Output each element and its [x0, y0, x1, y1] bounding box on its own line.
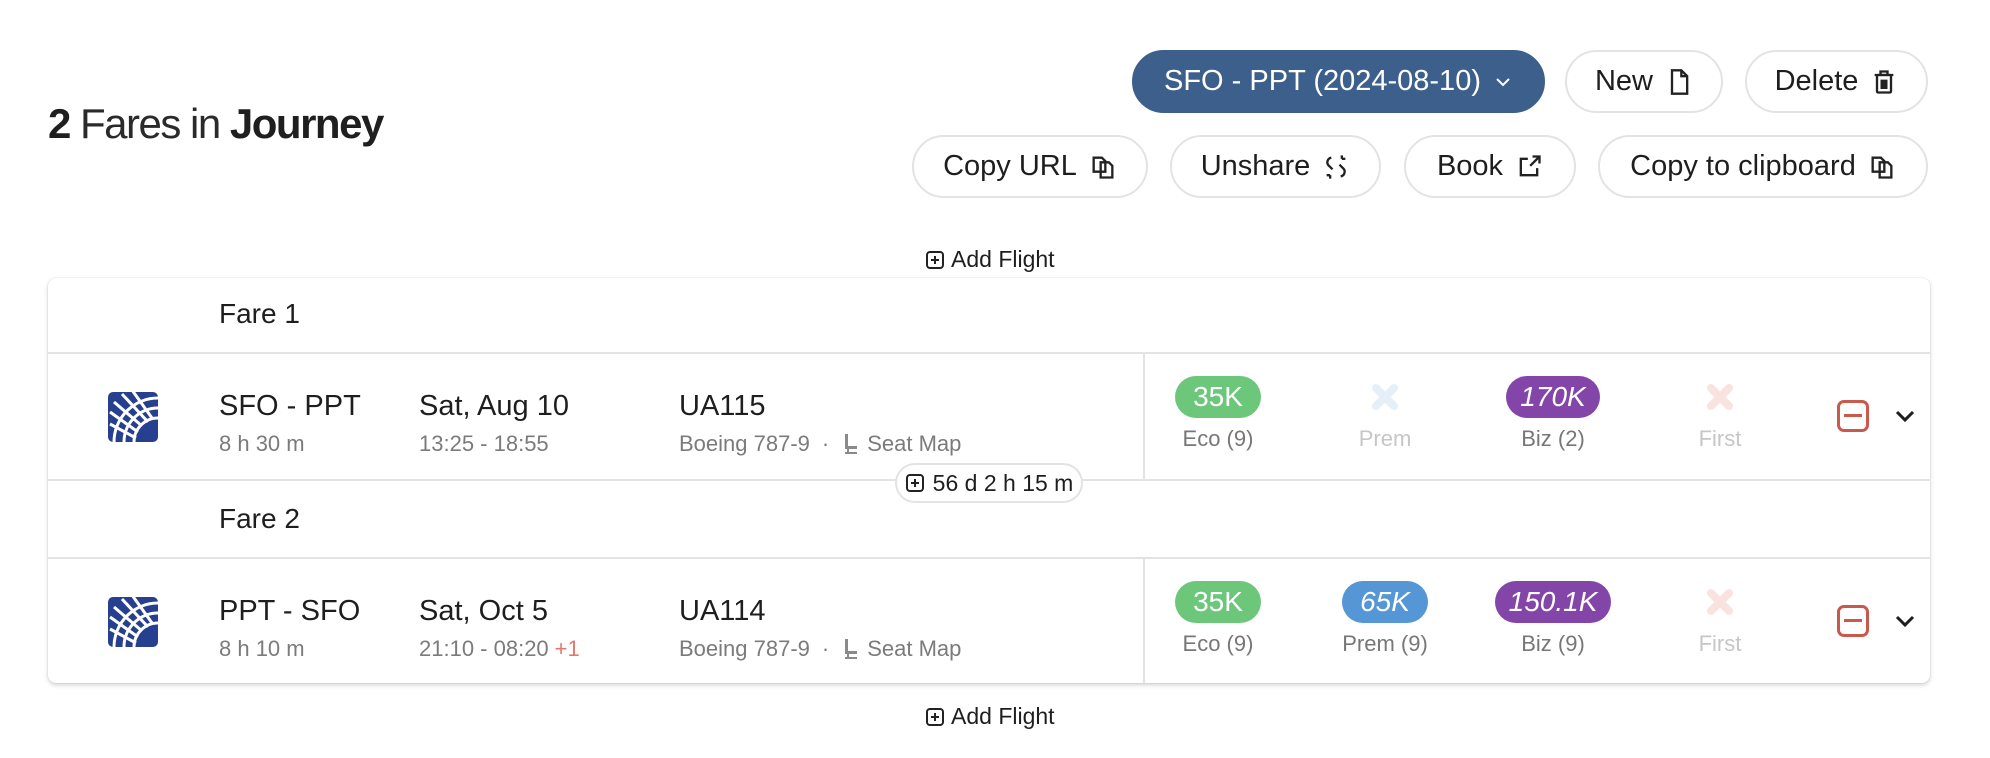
trash-icon: [1875, 69, 1894, 94]
copy-url-button[interactable]: Copy URL: [912, 135, 1148, 198]
first-label: First: [1698, 631, 1742, 656]
united-globe-icon: [109, 597, 158, 647]
seat-map-label: Seat Map: [867, 636, 962, 661]
fare-1-route: SFO - PPT: [219, 390, 361, 422]
add-flight-label: Add Flight: [951, 246, 1055, 272]
remove-fare-2-button[interactable]: [1837, 605, 1869, 637]
fare-1-class-biz[interactable]: 170K Biz (2): [1473, 376, 1633, 452]
fare-2-route: PPT - SFO: [219, 595, 361, 627]
fare-1-class-prem: Prem: [1305, 376, 1465, 452]
new-button-label: New: [1594, 65, 1653, 97]
united-globe-icon: [109, 392, 158, 442]
biz-label: Biz (2): [1521, 426, 1585, 451]
plus-square-icon: [905, 474, 924, 492]
fare-2-duration: 8 h 10 m: [219, 636, 305, 661]
separator-dot: ·: [821, 431, 830, 456]
title-journey: Journey: [229, 100, 384, 147]
eco-price-badge: 35K: [1175, 581, 1261, 623]
expand-fare-2-chevron-icon[interactable]: [1892, 608, 1918, 634]
seat-icon: [845, 639, 858, 659]
new-button[interactable]: New: [1565, 50, 1723, 113]
book-button[interactable]: Book: [1404, 135, 1576, 198]
divider: [48, 557, 1930, 559]
separator-dot: ·: [821, 636, 830, 661]
layover-duration: 56 d 2 h 15 m: [932, 469, 1074, 496]
fare-1-flight-number: UA115: [679, 390, 766, 422]
fare-2-seat-map-link[interactable]: Seat Map: [841, 636, 961, 662]
file-icon: [1670, 68, 1689, 95]
fare-2-aircraft-row: Boeing 787-9 · Seat Map: [679, 636, 961, 662]
broken-link-icon: [1326, 154, 1347, 179]
first-label: First: [1698, 426, 1742, 451]
expand-fare-1-chevron-icon[interactable]: [1892, 403, 1918, 429]
divider: [48, 352, 1930, 354]
fare-1-aircraft-row: Boeing 787-9 · Seat Map: [679, 431, 961, 457]
united-airlines-logo: [108, 597, 158, 647]
unshare-label: Unshare: [1200, 150, 1311, 182]
copy-icon: [1092, 156, 1114, 179]
fare-2-class-prem[interactable]: 65K Prem (9): [1305, 581, 1465, 657]
chevron-down-icon: [1496, 77, 1510, 86]
fare-2-times: 21:10 - 08:20 +1: [419, 636, 580, 662]
title-middle: Fares in: [80, 100, 221, 147]
add-flight-bottom-button[interactable]: Add Flight: [925, 703, 1055, 730]
layover-add-flight-button[interactable]: 56 d 2 h 15 m: [895, 463, 1083, 503]
unavailable-x-icon: [1705, 376, 1735, 418]
eco-price-badge: 35K: [1175, 376, 1261, 418]
fare-1-class-first: First: [1640, 376, 1800, 452]
biz-label: Biz (9): [1521, 631, 1585, 656]
add-flight-top-button[interactable]: Add Flight: [925, 246, 1055, 273]
prem-label: Prem: [1358, 426, 1412, 451]
copy-to-clipboard-label: Copy to clipboard: [1630, 150, 1856, 182]
fare-1-times: 13:25 - 18:55: [419, 431, 555, 457]
united-airlines-logo: [108, 392, 158, 442]
delete-button[interactable]: Delete: [1745, 50, 1928, 113]
prem-price-badge: 65K: [1342, 581, 1428, 623]
fare-2-date: Sat, Oct 5: [419, 595, 548, 627]
eco-label: Eco (9): [1182, 426, 1254, 451]
fare-1-class-eco[interactable]: 35K Eco (9): [1138, 376, 1298, 452]
seat-icon: [845, 434, 858, 454]
fare-1-duration: 8 h 30 m: [219, 431, 305, 456]
fare-2-class-biz[interactable]: 150.1K Biz (9): [1473, 581, 1633, 657]
fare-2-label: Fare 2: [219, 503, 300, 534]
fare-1-date: Sat, Aug 10: [419, 390, 569, 422]
eco-label: Eco (9): [1182, 631, 1254, 656]
plus-square-icon: [926, 707, 944, 726]
unavailable-x-icon: [1370, 376, 1400, 418]
fare-2-time-range: 21:10 - 08:20: [419, 636, 549, 661]
biz-price-badge: 170K: [1506, 376, 1600, 418]
page-title: 2 Fares in Journey: [48, 100, 384, 148]
fare-1-time-range: 13:25 - 18:55: [419, 431, 549, 456]
unavailable-x-icon: [1705, 581, 1735, 623]
biz-price-badge: 150.1K: [1494, 581, 1612, 623]
delete-button-label: Delete: [1774, 65, 1859, 97]
fare-2-aircraft: Boeing 787-9: [679, 636, 810, 661]
fare-2-class-eco[interactable]: 35K Eco (9): [1138, 581, 1298, 657]
copy-icon: [1871, 156, 1893, 179]
fare-1-aircraft: Boeing 787-9: [679, 431, 810, 456]
seat-map-label: Seat Map: [867, 431, 962, 456]
unshare-button[interactable]: Unshare: [1170, 135, 1381, 198]
journey-select[interactable]: SFO - PPT (2024-08-10): [1132, 50, 1545, 113]
book-label: Book: [1436, 150, 1504, 182]
copy-url-label: Copy URL: [943, 150, 1077, 182]
fare-2-flight-number: UA114: [679, 595, 766, 627]
fare-1-seat-map-link[interactable]: Seat Map: [841, 431, 961, 457]
fare-1-label: Fare 1: [219, 298, 300, 329]
add-flight-label: Add Flight: [951, 703, 1055, 729]
fare-2-day-offset: +1: [554, 636, 580, 661]
journey-select-label: SFO - PPT (2024-08-10): [1164, 65, 1481, 97]
fare-2-class-first: First: [1640, 581, 1800, 657]
plus-square-icon: [926, 250, 944, 269]
fare-count: 2: [48, 100, 71, 147]
external-link-icon: [1519, 154, 1541, 176]
prem-label: Prem (9): [1342, 631, 1428, 656]
remove-fare-1-button[interactable]: [1837, 400, 1869, 432]
copy-to-clipboard-button[interactable]: Copy to clipboard: [1598, 135, 1928, 198]
